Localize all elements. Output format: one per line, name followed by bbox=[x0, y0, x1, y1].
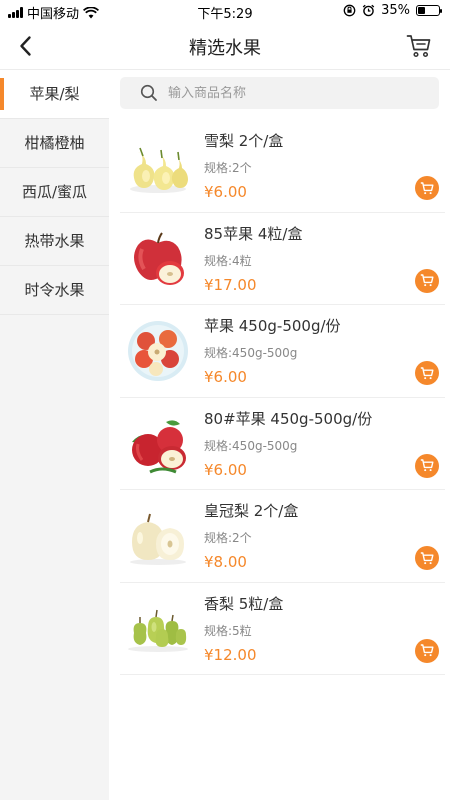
product-name: 雪梨 2个/盒 bbox=[204, 132, 284, 150]
product-item[interactable]: 苹果 450g-500g/份 规格:450g-500g ¥6.00 bbox=[120, 305, 445, 398]
sidebar-item-seasonal[interactable]: 时令水果 bbox=[0, 266, 109, 315]
nav-bar: 精选水果 bbox=[0, 22, 450, 70]
orientation-lock-icon bbox=[343, 4, 356, 17]
cart-icon bbox=[420, 459, 434, 472]
red-apple-image bbox=[134, 231, 184, 285]
cart-icon bbox=[420, 644, 434, 657]
crown-pear-image bbox=[130, 513, 186, 565]
page-title: 精选水果 bbox=[189, 38, 261, 59]
product-name: 苹果 450g-500g/份 bbox=[204, 317, 341, 335]
product-price: ¥12.00 bbox=[204, 645, 257, 664]
category-sidebar: 苹果/梨 柑橘橙柚 西瓜/蜜瓜 热带水果 时令水果 bbox=[0, 70, 109, 800]
search-bar[interactable] bbox=[120, 77, 439, 109]
product-list: 雪梨 2个/盒 规格:2个 ¥6.00 85苹果 4粒/盒 规格:4粒 ¥17.… bbox=[120, 120, 445, 675]
cart-icon bbox=[420, 366, 434, 379]
product-price: ¥17.00 bbox=[204, 275, 257, 294]
product-price: ¥6.00 bbox=[204, 460, 247, 479]
product-name: 香梨 5粒/盒 bbox=[204, 594, 284, 613]
product-spec: 规格:450g-500g bbox=[204, 346, 298, 360]
add-to-cart-button[interactable] bbox=[415, 638, 439, 663]
product-item[interactable]: 雪梨 2个/盒 规格:2个 ¥6.00 bbox=[120, 120, 445, 213]
cart-icon[interactable] bbox=[406, 34, 432, 58]
fragrant-pear-image bbox=[128, 609, 188, 652]
product-price: ¥8.00 bbox=[204, 553, 247, 571]
battery-percent: 35% bbox=[381, 3, 410, 18]
search-icon bbox=[140, 84, 157, 101]
cart-icon bbox=[420, 181, 434, 194]
battery-fill bbox=[418, 7, 425, 14]
product-item[interactable]: 80#苹果 450g-500g/份 规格:450g-500g ¥6.00 bbox=[120, 398, 445, 490]
add-to-cart-button[interactable] bbox=[415, 176, 439, 200]
status-right: 35% bbox=[343, 3, 442, 18]
snow-pear-image bbox=[130, 147, 188, 193]
search-input[interactable] bbox=[168, 85, 408, 101]
status-bar: 中国移动 下午5:29 35% bbox=[0, 0, 450, 22]
battery-icon bbox=[416, 5, 442, 16]
product-item[interactable]: 香梨 5粒/盒 规格:5粒 ¥12.00 bbox=[120, 583, 445, 675]
alarm-icon bbox=[362, 4, 375, 17]
apple-bowl-image bbox=[128, 321, 188, 381]
add-to-cart-button[interactable] bbox=[415, 268, 439, 293]
add-to-cart-button[interactable] bbox=[415, 546, 439, 570]
product-name: 皇冠梨 2个/盒 bbox=[204, 502, 299, 520]
product-name: 85苹果 4粒/盒 bbox=[204, 224, 303, 243]
product-price: ¥6.00 bbox=[204, 183, 247, 201]
product-spec: 规格:4粒 bbox=[204, 253, 252, 268]
product-spec: 规格:5粒 bbox=[204, 623, 252, 638]
add-to-cart-button[interactable] bbox=[415, 453, 439, 478]
product-spec: 规格:2个 bbox=[204, 161, 252, 175]
product-item[interactable]: 皇冠梨 2个/盒 规格:2个 ¥8.00 bbox=[120, 490, 445, 583]
product-name: 80#苹果 450g-500g/份 bbox=[204, 409, 373, 428]
add-to-cart-button[interactable] bbox=[415, 361, 439, 385]
sidebar-item-melon[interactable]: 西瓜/蜜瓜 bbox=[0, 168, 109, 217]
product-spec: 规格:2个 bbox=[204, 531, 252, 545]
cart-icon bbox=[420, 274, 434, 287]
sidebar-item-citrus[interactable]: 柑橘橙柚 bbox=[0, 119, 109, 168]
sidebar-item-apple-pear[interactable]: 苹果/梨 bbox=[0, 70, 109, 119]
product-item[interactable]: 85苹果 4粒/盒 规格:4粒 ¥17.00 bbox=[120, 213, 445, 305]
sidebar-item-tropical[interactable]: 热带水果 bbox=[0, 217, 109, 266]
cart-icon bbox=[420, 551, 434, 564]
product-spec: 规格:450g-500g bbox=[204, 438, 298, 453]
product-price: ¥6.00 bbox=[204, 368, 247, 386]
red-apples-leaf-image bbox=[132, 419, 186, 473]
